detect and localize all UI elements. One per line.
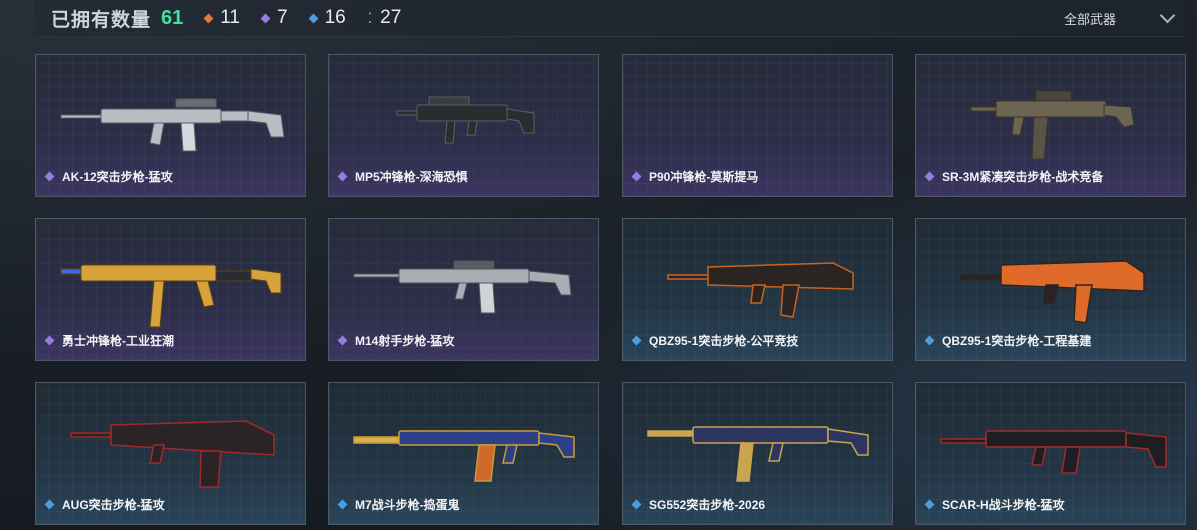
blue-diamond-icon xyxy=(924,335,935,346)
filter-label: 全部武器 xyxy=(1063,11,1116,27)
weapon-card[interactable]: AUG突击步枪-猛攻 xyxy=(35,382,306,525)
weapon-name: M7战斗步枪-捣蛋鬼 xyxy=(355,498,460,512)
stat-rare: 16 xyxy=(308,7,346,29)
weapon-label: SCAR-H战斗步枪-猛攻 xyxy=(924,496,1065,513)
blue-diamond-icon xyxy=(631,335,642,346)
weapon-card[interactable]: P90冲锋枪-莫斯提马 xyxy=(622,54,893,197)
weapon-label: AK-12突击步枪-猛攻 xyxy=(44,168,173,185)
stat-value: 11 xyxy=(220,7,240,28)
blue-diamond-icon xyxy=(44,499,55,510)
purple-diamond-icon xyxy=(337,335,348,346)
weapon-card[interactable]: M7战斗步枪-捣蛋鬼 xyxy=(328,382,599,525)
weapon-name: 勇士冲锋枪-工业狂潮 xyxy=(62,334,174,348)
stat-common: ⁚ 27 xyxy=(368,7,402,29)
weapon-name: SG552突击步枪-2026 xyxy=(649,498,766,512)
purple-diamond-icon xyxy=(44,335,55,346)
weapon-name: AUG突击步枪-猛攻 xyxy=(62,498,165,512)
owned-label: 已拥有数量 xyxy=(51,9,152,31)
blue-diamond-icon xyxy=(631,499,642,510)
weapon-name: QBZ95-1突击步枪-公平竞技 xyxy=(649,334,799,348)
weapon-label: QBZ95-1突击步枪-工程基建 xyxy=(924,332,1092,349)
weapon-card[interactable]: MP5冲锋枪-深海恐惧 xyxy=(328,54,599,197)
weapon-card[interactable]: SCAR-H战斗步枪-猛攻 xyxy=(915,382,1186,525)
weapon-name: AK-12突击步枪-猛攻 xyxy=(62,170,173,184)
weapon-name: SCAR-H战斗步枪-猛攻 xyxy=(942,498,1065,512)
blue-diamond-icon xyxy=(337,499,348,510)
blue-diamond-icon xyxy=(924,499,935,510)
purple-diamond-icon xyxy=(924,171,935,182)
blue-diamond-icon xyxy=(308,13,319,23)
stat-value: 16 xyxy=(324,7,346,28)
weapon-card[interactable]: AK-12突击步枪-猛攻 xyxy=(35,54,306,197)
weapon-label: SG552突击步枪-2026 xyxy=(631,496,766,513)
weapon-name: M14射手步枪-猛攻 xyxy=(355,334,455,348)
weapon-label: P90冲锋枪-莫斯提马 xyxy=(631,168,759,185)
weapon-label: MP5冲锋枪-深海恐惧 xyxy=(337,168,468,185)
weapon-name: SR-3M紧凑突击步枪-战术竞备 xyxy=(942,170,1104,184)
stat-value: 27 xyxy=(380,7,402,28)
purple-diamond-icon xyxy=(260,13,271,23)
weapon-card[interactable]: SR-3M紧凑突击步枪-战术竞备 xyxy=(915,54,1186,197)
weapon-label: M14射手步枪-猛攻 xyxy=(337,332,455,349)
green-dots-icon: ⁚ xyxy=(367,10,373,26)
chevron-down-icon xyxy=(1159,7,1176,23)
weapon-name: P90冲锋枪-莫斯提马 xyxy=(649,170,759,184)
stat-legendary: 11 xyxy=(203,7,240,29)
weapon-label: QBZ95-1突击步枪-公平竞技 xyxy=(631,332,799,349)
weapon-card[interactable]: SG552突击步枪-2026 xyxy=(622,382,893,525)
orange-diamond-icon xyxy=(203,13,214,23)
purple-diamond-icon xyxy=(337,171,348,182)
weapon-label: SR-3M紧凑突击步枪-战术竞备 xyxy=(924,168,1104,185)
owned-count: 61 xyxy=(161,6,184,29)
weapon-card[interactable]: QBZ95-1突击步枪-公平竞技 xyxy=(622,218,893,361)
stat-epic: 7 xyxy=(260,7,288,29)
weapon-card[interactable]: QBZ95-1突击步枪-工程基建 xyxy=(915,218,1186,361)
weapon-name: QBZ95-1突击步枪-工程基建 xyxy=(942,334,1092,348)
purple-diamond-icon xyxy=(44,171,55,182)
weapon-label: 勇士冲锋枪-工业狂潮 xyxy=(44,332,174,349)
weapon-label: M7战斗步枪-捣蛋鬼 xyxy=(337,496,460,513)
weapon-filter-dropdown[interactable]: 全部武器 xyxy=(1063,0,1176,36)
purple-diamond-icon xyxy=(631,171,642,182)
weapon-card[interactable]: M14射手步枪-猛攻 xyxy=(328,218,599,361)
weapon-name: MP5冲锋枪-深海恐惧 xyxy=(355,170,468,184)
weapon-grid: AK-12突击步枪-猛攻 MP5冲锋枪-深海恐惧 P90冲锋枪-莫斯提马 SR-… xyxy=(35,54,1186,530)
inventory-header: 已拥有数量 61 11 7 16 ⁚ 27 全部武器 xyxy=(35,0,1185,37)
weapon-label: AUG突击步枪-猛攻 xyxy=(44,496,165,513)
stat-value: 7 xyxy=(277,7,288,28)
weapon-card[interactable]: 勇士冲锋枪-工业狂潮 xyxy=(35,218,306,361)
